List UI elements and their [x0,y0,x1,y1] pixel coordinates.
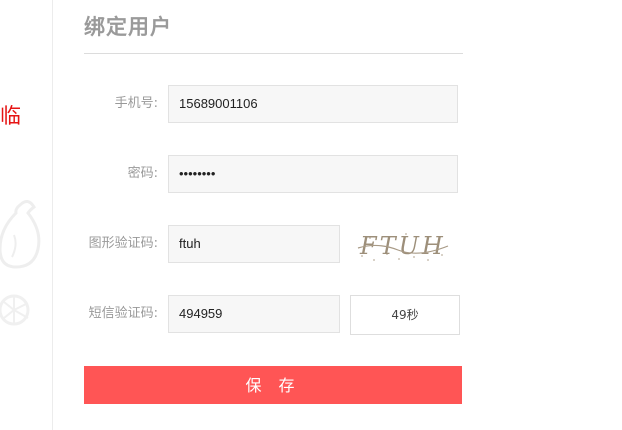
flower-icon [0,294,30,326]
captcha-label: 图形验证码: [88,236,158,251]
sms-countdown-button[interactable]: 49秒 [350,295,460,335]
password-label: 密码: [127,166,158,181]
sms-label: 短信验证码: [88,306,158,321]
phone-input[interactable] [168,85,458,123]
phone-label: 手机号: [114,96,158,111]
left-panel: 临 [0,0,52,430]
save-button[interactable]: 保 存 [84,366,462,404]
captcha-input[interactable] [168,225,340,263]
left-edge-text: 临 [0,104,21,128]
page-title: 绑定用户 [84,15,172,39]
vertical-divider [52,0,53,430]
captcha-image[interactable]: FTUH [354,226,454,266]
password-input[interactable] [168,155,458,193]
sms-code-input[interactable] [168,295,340,333]
title-divider [84,53,463,54]
eggplant-icon [0,200,41,269]
